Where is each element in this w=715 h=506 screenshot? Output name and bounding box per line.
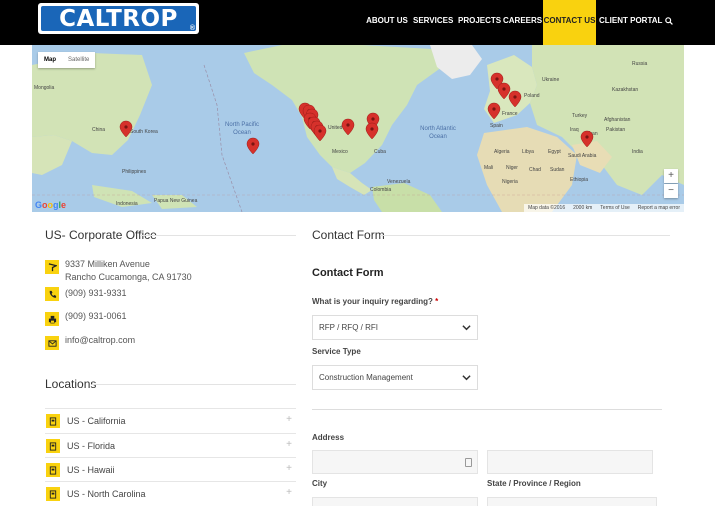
nav-careers[interactable]: CAREERS — [503, 0, 542, 45]
expand-icon[interactable]: + — [286, 463, 292, 474]
nav-about-us[interactable]: ABOUT US — [366, 0, 408, 45]
map-pin[interactable] — [487, 102, 501, 120]
map-scale: 2000 km — [573, 205, 593, 211]
nav-client-portal[interactable]: CLIENT PORTAL — [599, 0, 662, 45]
chevron-down-icon — [462, 325, 471, 331]
state-label: State / Province / Region — [487, 479, 581, 488]
expand-icon[interactable]: + — [286, 414, 292, 425]
divider — [380, 235, 670, 236]
fax-icon — [45, 312, 59, 326]
building-icon — [46, 414, 60, 428]
map-pin[interactable] — [341, 118, 355, 136]
map-pin[interactable] — [365, 122, 379, 140]
map-pin[interactable] — [497, 82, 511, 100]
inquiry-label: What is your inquiry regarding? * — [312, 297, 438, 306]
location-label: US - Hawaii — [67, 465, 115, 475]
building-icon — [46, 439, 60, 453]
map-type-map[interactable]: Map — [38, 52, 62, 68]
address-label: Address — [312, 433, 345, 442]
divider — [92, 384, 296, 385]
locations-map[interactable]: China South Korea Philippines Indonesia … — [32, 45, 684, 212]
location-item[interactable]: US - California + — [45, 408, 296, 433]
zoom-out-button[interactable]: − — [664, 184, 678, 198]
corporate-email[interactable]: info@caltrop.com — [65, 334, 135, 347]
address-icon — [45, 260, 59, 274]
building-icon — [46, 487, 60, 501]
map-pin[interactable] — [580, 130, 594, 148]
caltrop-logo[interactable]: CALTROP ® — [38, 3, 199, 34]
city-input[interactable] — [312, 497, 478, 506]
expand-icon[interactable]: + — [286, 487, 292, 498]
map-pin[interactable] — [313, 124, 327, 142]
location-label: US - California — [67, 416, 126, 426]
service-type-label: Service Type — [312, 347, 361, 356]
address-line-1: 9337 Milliken Avenue — [65, 259, 150, 269]
logo-registered-mark: ® — [189, 25, 195, 32]
email-icon — [45, 336, 59, 350]
map-pin[interactable] — [119, 120, 133, 138]
site-header: CALTROP ® ABOUT US SERVICES PROJECTS CAR… — [0, 0, 715, 45]
location-label: US - Florida — [67, 441, 116, 451]
nav-services[interactable]: SERVICES — [413, 0, 453, 45]
autofill-icon — [465, 458, 472, 467]
logo-wordmark: CALTROP — [41, 6, 196, 32]
inquiry-selected-value: RFP / RFQ / RFI — [319, 323, 378, 332]
inquiry-label-text: What is your inquiry regarding? — [312, 297, 433, 306]
divider — [140, 235, 296, 236]
form-title: Contact Form — [312, 267, 384, 279]
map-data-credit: Map data ©2016 — [528, 205, 566, 211]
required-mark: * — [435, 297, 439, 306]
location-item[interactable]: US - North Carolina + — [45, 481, 296, 506]
city-label: City — [312, 479, 328, 488]
zoom-in-button[interactable]: + — [664, 169, 678, 183]
corporate-fax: (909) 931-0061 — [65, 311, 127, 321]
map-type-toggle: Map Satellite — [38, 52, 96, 68]
phone-icon — [45, 287, 59, 301]
corporate-address: 9337 Milliken Avenue Rancho Cucamonga, C… — [65, 258, 192, 284]
building-icon — [46, 463, 60, 477]
expand-icon[interactable]: + — [286, 439, 292, 450]
chevron-down-icon — [462, 375, 471, 381]
map-report-link[interactable]: Report a map error — [638, 204, 680, 212]
map-pin[interactable] — [508, 90, 522, 108]
google-logo[interactable]: Google — [35, 200, 66, 210]
location-item[interactable]: US - Hawaii + — [45, 457, 296, 482]
map-attribution: Map data ©2016 2000 km Terms of Use Repo… — [524, 204, 684, 212]
service-selected-value: Construction Management — [319, 373, 413, 382]
form-divider — [312, 409, 662, 410]
map-terms-link[interactable]: Terms of Use — [600, 204, 629, 212]
map-pins — [119, 72, 594, 155]
state-input[interactable] — [487, 497, 657, 506]
nav-projects[interactable]: PROJECTS — [458, 0, 501, 45]
address-line-2-input[interactable] — [487, 450, 653, 474]
search-icon[interactable] — [665, 17, 673, 25]
address-input[interactable] — [312, 450, 478, 474]
location-label: US - North Carolina — [67, 489, 146, 499]
location-item[interactable]: US - Florida + — [45, 433, 296, 458]
nav-contact-us[interactable]: CONTACT US — [543, 0, 596, 45]
map-pin[interactable] — [246, 137, 260, 155]
address-line-2: Rancho Cucamonga, CA 91730 — [65, 272, 192, 282]
map-type-satellite[interactable]: Satellite — [62, 52, 95, 68]
service-type-select[interactable]: Construction Management — [312, 365, 478, 390]
contact-form-section-title: Contact Form — [312, 228, 385, 242]
corporate-phone[interactable]: (909) 931-9331 — [65, 287, 127, 300]
locations-title: Locations — [45, 377, 97, 391]
inquiry-select[interactable]: RFP / RFQ / RFI — [312, 315, 478, 340]
